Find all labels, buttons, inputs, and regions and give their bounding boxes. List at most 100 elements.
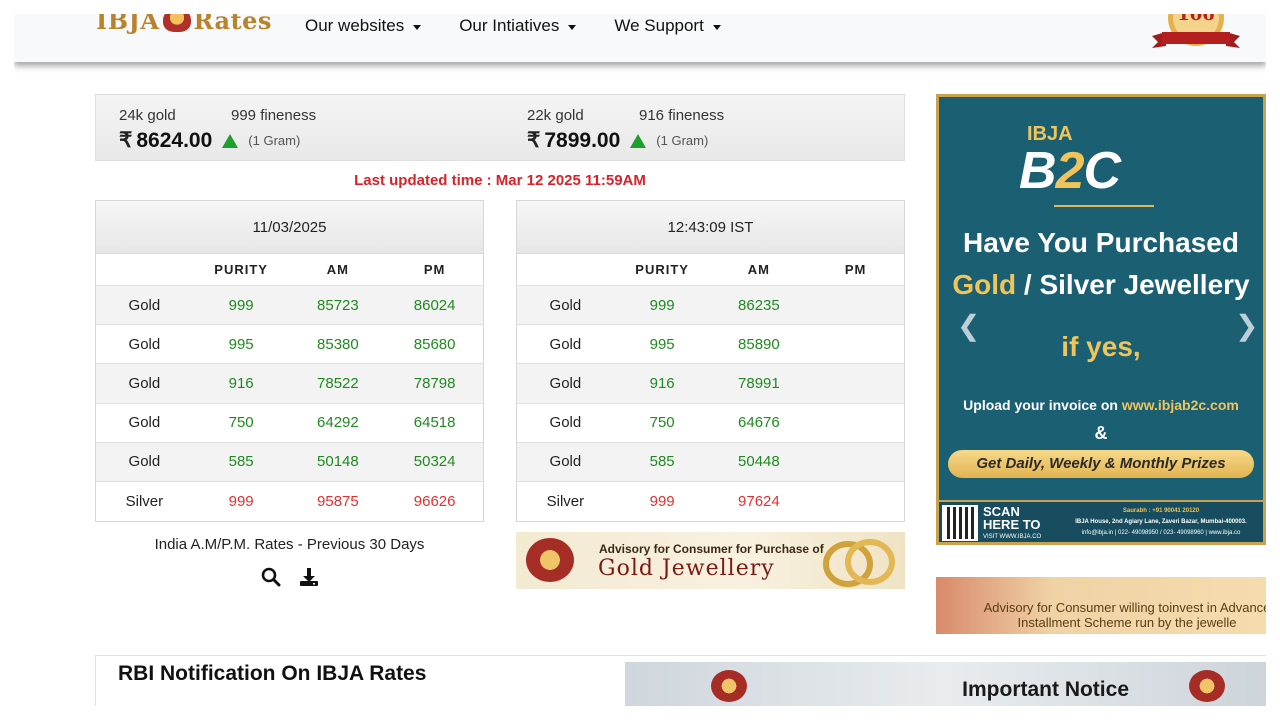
advisory-gold-jewellery-banner[interactable]: Advisory for Consumer for Purchase of Go… xyxy=(516,532,905,589)
advisory-installment-text: Advisory for Consumer willing toinvest i… xyxy=(983,600,1266,630)
important-notice-title: Important Notice xyxy=(962,678,1129,701)
b2c-logo-c: C xyxy=(1083,142,1121,200)
b2c-divider xyxy=(1054,205,1154,207)
cell-metal: Silver xyxy=(546,493,585,511)
previous-30-days-label: India A.M/P.M. Rates - Previous 30 Days xyxy=(154,536,425,553)
gold-22k-price-row: ₹ 7899.00 (1 Gram) xyxy=(527,128,724,153)
nav-our-websites[interactable]: Our websites xyxy=(305,16,422,36)
b2c-contact-line: info@ibja.in | 022- 49098950 / 023- 4909… xyxy=(1081,530,1241,536)
download-icon[interactable] xyxy=(299,567,319,587)
table-column-header: PURITY AM PM xyxy=(517,254,904,286)
gold-24k-karat: 24k gold xyxy=(119,107,176,124)
cell-purity: 995 xyxy=(649,335,675,353)
b2c-address: Saurabh : +91 90041 20120 IBJA House, 2n… xyxy=(1063,506,1259,539)
b2c-logo: B2C xyxy=(1019,141,1121,201)
cell-purity: 999 xyxy=(649,493,675,511)
gold-24k-label-row: 24k gold 999 fineness xyxy=(119,107,316,124)
gold-22k-summary: 22k gold 916 fineness ₹ 7899.00 (1 Gram) xyxy=(527,107,724,153)
badge-106-text: 106 xyxy=(1177,14,1215,25)
table-row: Gold 995 85380 85680 xyxy=(96,325,483,365)
cell-pm: 78798 xyxy=(413,374,456,392)
price-summary: 24k gold 999 fineness ₹ 8624.00 (1 Gram)… xyxy=(95,94,905,161)
cell-am: 97624 xyxy=(738,493,780,511)
cell-am: 64676 xyxy=(738,414,780,432)
b2c-scan-text: SCAN HERE TO VISIT WWW.IBJA.CO xyxy=(983,505,1042,542)
cell-pm: 96626 xyxy=(413,493,456,511)
column-header: PURITY xyxy=(635,262,689,277)
previous-30-days-actions xyxy=(261,567,319,587)
rupee-icon: ₹ xyxy=(527,129,541,152)
carousel-next-icon[interactable]: ❯ xyxy=(1235,309,1258,342)
cell-purity: 916 xyxy=(649,374,675,392)
nav-we-support-label: We Support xyxy=(614,16,704,35)
cell-metal: Gold xyxy=(549,453,582,471)
cell-purity: 750 xyxy=(649,414,675,432)
cell-pm: 85680 xyxy=(413,335,456,353)
cell-metal: Gold xyxy=(549,296,582,314)
browser-viewport: IBJA Rates Our websites Our Intiatives W… xyxy=(14,14,1266,706)
cell-am: 95875 xyxy=(317,493,359,511)
gold-22k-label-row: 22k gold 916 fineness xyxy=(527,107,724,124)
cell-am: 86235 xyxy=(738,296,780,314)
ibja-rates-logo[interactable]: IBJA Rates xyxy=(96,14,272,35)
b2c-scan-2: HERE TO xyxy=(983,517,1041,532)
gold-22k-price: 7899.00 xyxy=(544,128,621,152)
cell-purity: 995 xyxy=(228,335,254,353)
b2c-contact: Saurabh : +91 90041 20120 xyxy=(1122,508,1200,514)
b2c-prize-banner: Get Daily, Weekly & Monthly Prizes xyxy=(948,450,1254,478)
cell-purity: 585 xyxy=(228,453,254,471)
caret-down-icon xyxy=(413,24,422,30)
search-icon[interactable] xyxy=(261,567,281,587)
b2c-headline2: Gold / Silver Jewellery xyxy=(939,269,1263,301)
gold-24k-price: 8624.00 xyxy=(136,128,213,152)
rbi-notification-title: RBI Notification On IBJA Rates xyxy=(118,662,427,685)
b2c-scan-visit: VISIT WWW.IBJA.CO xyxy=(983,534,1042,540)
important-notice-banner[interactable]: Important Notice xyxy=(625,662,1266,706)
cell-am: 85380 xyxy=(317,335,359,353)
rupee-icon: ₹ xyxy=(119,129,133,152)
cell-metal: Gold xyxy=(128,374,161,392)
cell-am: 50148 xyxy=(317,453,359,471)
cell-am: 50448 xyxy=(738,453,780,471)
table-date-heading: 12:43:09 IST xyxy=(517,201,904,254)
carousel-prev-icon[interactable]: ❮ xyxy=(957,309,980,342)
cell-metal: Gold xyxy=(128,414,161,432)
b2c-footer: SCAN HERE TO VISIT WWW.IBJA.CO Saurabh :… xyxy=(939,500,1263,542)
advisory-gold-line1: Advisory for Consumer for Purchase of xyxy=(599,542,824,556)
ibja-emblem-icon xyxy=(162,14,191,32)
cell-pm: 64518 xyxy=(413,414,456,432)
bottom-section: RBI Notification On IBJA Rates Important… xyxy=(95,655,1266,706)
qr-code-icon xyxy=(942,505,978,541)
cell-purity: 585 xyxy=(649,453,675,471)
nav-our-initiatives[interactable]: Our Intiatives xyxy=(459,16,577,36)
cell-purity: 999 xyxy=(228,493,254,511)
column-header: PURITY xyxy=(214,262,268,277)
cell-metal: Gold xyxy=(128,335,161,353)
advisory-installment-banner[interactable]: Advisory for Consumer willing toinvest i… xyxy=(936,577,1266,634)
gold-22k-fineness: 916 fineness xyxy=(639,107,725,124)
nav-we-support[interactable]: We Support xyxy=(614,16,721,36)
caret-down-icon xyxy=(712,24,721,30)
table-row: Gold 999 85723 86024 xyxy=(96,286,483,326)
cell-am: 78991 xyxy=(738,374,780,392)
cell-metal: Silver xyxy=(125,493,164,511)
cell-am: 64292 xyxy=(317,414,359,432)
table-row: Gold 750 64292 64518 xyxy=(96,403,483,443)
main-nav: Our websites Our Intiatives We Support xyxy=(305,16,759,36)
cell-pm: 86024 xyxy=(413,296,456,314)
table-row: Gold 999 86235 xyxy=(517,286,904,326)
column-header: AM xyxy=(747,262,770,277)
106-years-seal-icon xyxy=(1189,670,1225,702)
trend-up-icon xyxy=(630,133,647,148)
cell-am: 85890 xyxy=(738,335,780,353)
table-row: Gold 585 50148 50324 xyxy=(96,442,483,482)
ibja-b2c-ad-carousel[interactable]: IBJA B2C Have You Purchased Gold / Silve… xyxy=(936,94,1266,545)
cell-purity: 916 xyxy=(228,374,254,392)
column-header: PM xyxy=(423,262,446,277)
b2c-headline2-gold: Gold xyxy=(952,269,1017,300)
advisory-gold-line2: Gold Jewellery xyxy=(598,556,775,581)
trend-up-icon xyxy=(222,133,239,148)
last-updated-time: Last updated time : Mar 12 2025 11:59AM xyxy=(354,172,646,189)
gold-22k-unit: (1 Gram) xyxy=(656,133,709,148)
cell-am: 85723 xyxy=(317,296,359,314)
